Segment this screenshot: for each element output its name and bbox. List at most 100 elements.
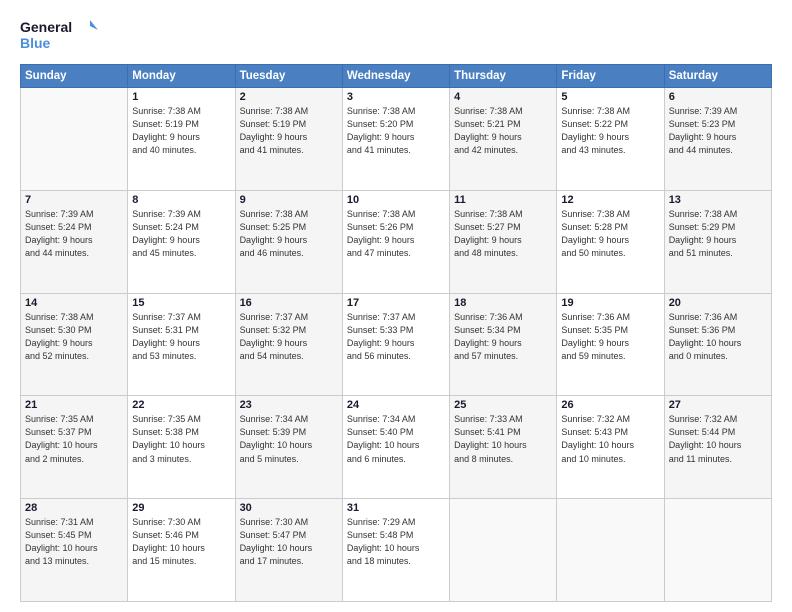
day-info: Sunrise: 7:31 AMSunset: 5:45 PMDaylight:… xyxy=(25,516,123,568)
day-cell: 21 Sunrise: 7:35 AMSunset: 5:37 PMDayligh… xyxy=(21,396,128,499)
day-info: Sunrise: 7:38 AMSunset: 5:21 PMDaylight:… xyxy=(454,105,552,157)
day-cell: 27 Sunrise: 7:32 AMSunset: 5:44 PMDayligh… xyxy=(664,396,771,499)
day-cell: 22 Sunrise: 7:35 AMSunset: 5:38 PMDayligh… xyxy=(128,396,235,499)
day-number: 24 xyxy=(347,399,445,411)
day-info: Sunrise: 7:32 AMSunset: 5:43 PMDaylight:… xyxy=(561,413,659,465)
day-number: 27 xyxy=(669,399,767,411)
day-number: 23 xyxy=(240,399,338,411)
day-info: Sunrise: 7:38 AMSunset: 5:19 PMDaylight:… xyxy=(240,105,338,157)
day-info: Sunrise: 7:29 AMSunset: 5:48 PMDaylight:… xyxy=(347,516,445,568)
day-number: 30 xyxy=(240,502,338,514)
col-header-tuesday: Tuesday xyxy=(235,65,342,88)
day-number: 28 xyxy=(25,502,123,514)
day-cell: 23Sunrise: 7:34 AMSunset: 5:39 PMDayligh… xyxy=(235,396,342,499)
day-cell xyxy=(557,499,664,602)
day-cell: 15 Sunrise: 7:37 AMSunset: 5:31 PMDayligh… xyxy=(128,293,235,396)
day-number: 18 xyxy=(454,297,552,309)
day-cell: 18 Sunrise: 7:36 AMSunset: 5:34 PMDayligh… xyxy=(450,293,557,396)
day-info: Sunrise: 7:38 AMSunset: 5:29 PMDaylight:… xyxy=(669,208,767,260)
day-cell xyxy=(450,499,557,602)
day-cell: 25Sunrise: 7:33 AMSunset: 5:41 PMDayligh… xyxy=(450,396,557,499)
logo: General Blue xyxy=(20,16,100,56)
day-cell: 28 Sunrise: 7:31 AMSunset: 5:45 PMDayligh… xyxy=(21,499,128,602)
col-header-sunday: Sunday xyxy=(21,65,128,88)
day-number: 8 xyxy=(132,194,230,206)
day-info: Sunrise: 7:32 AMSunset: 5:44 PMDaylight:… xyxy=(669,413,767,465)
day-number: 5 xyxy=(561,91,659,103)
day-info: Sunrise: 7:38 AMSunset: 5:27 PMDaylight:… xyxy=(454,208,552,260)
day-info: Sunrise: 7:38 AMSunset: 5:28 PMDaylight:… xyxy=(561,208,659,260)
logo-svg: General Blue xyxy=(20,16,100,56)
day-info: Sunrise: 7:38 AMSunset: 5:30 PMDaylight:… xyxy=(25,311,123,363)
day-number: 3 xyxy=(347,91,445,103)
day-number: 9 xyxy=(240,194,338,206)
day-cell: 29Sunrise: 7:30 AMSunset: 5:46 PMDayligh… xyxy=(128,499,235,602)
day-info: Sunrise: 7:37 AMSunset: 5:33 PMDaylight:… xyxy=(347,311,445,363)
week-row-2: 7 Sunrise: 7:39 AMSunset: 5:24 PMDaylight… xyxy=(21,190,772,293)
day-info: Sunrise: 7:35 AMSunset: 5:38 PMDaylight:… xyxy=(132,413,230,465)
day-info: Sunrise: 7:38 AMSunset: 5:25 PMDaylight:… xyxy=(240,208,338,260)
week-row-1: 1Sunrise: 7:38 AMSunset: 5:19 PMDaylight… xyxy=(21,88,772,191)
day-info: Sunrise: 7:30 AMSunset: 5:47 PMDaylight:… xyxy=(240,516,338,568)
day-number: 14 xyxy=(25,297,123,309)
day-cell: 31 Sunrise: 7:29 AMSunset: 5:48 PMDayligh… xyxy=(342,499,449,602)
day-info: Sunrise: 7:36 AMSunset: 5:35 PMDaylight:… xyxy=(561,311,659,363)
day-info: Sunrise: 7:36 AMSunset: 5:34 PMDaylight:… xyxy=(454,311,552,363)
day-info: Sunrise: 7:39 AMSunset: 5:24 PMDaylight:… xyxy=(132,208,230,260)
day-cell: 11 Sunrise: 7:38 AMSunset: 5:27 PMDayligh… xyxy=(450,190,557,293)
col-header-saturday: Saturday xyxy=(664,65,771,88)
calendar-page: General Blue SundayMondayTuesdayWednesda… xyxy=(0,0,792,612)
day-cell: 4 Sunrise: 7:38 AMSunset: 5:21 PMDaylight… xyxy=(450,88,557,191)
day-number: 4 xyxy=(454,91,552,103)
col-header-wednesday: Wednesday xyxy=(342,65,449,88)
week-row-5: 28 Sunrise: 7:31 AMSunset: 5:45 PMDayligh… xyxy=(21,499,772,602)
day-cell: 13 Sunrise: 7:38 AMSunset: 5:29 PMDayligh… xyxy=(664,190,771,293)
day-number: 12 xyxy=(561,194,659,206)
day-cell: 8 Sunrise: 7:39 AMSunset: 5:24 PMDaylight… xyxy=(128,190,235,293)
day-cell: 20Sunrise: 7:36 AMSunset: 5:36 PMDayligh… xyxy=(664,293,771,396)
day-cell xyxy=(664,499,771,602)
day-cell: 26 Sunrise: 7:32 AMSunset: 5:43 PMDayligh… xyxy=(557,396,664,499)
col-header-friday: Friday xyxy=(557,65,664,88)
day-info: Sunrise: 7:38 AMSunset: 5:19 PMDaylight:… xyxy=(132,105,230,157)
day-cell: 12 Sunrise: 7:38 AMSunset: 5:28 PMDayligh… xyxy=(557,190,664,293)
day-number: 11 xyxy=(454,194,552,206)
day-info: Sunrise: 7:33 AMSunset: 5:41 PMDaylight:… xyxy=(454,413,552,465)
day-number: 13 xyxy=(669,194,767,206)
day-number: 31 xyxy=(347,502,445,514)
day-number: 19 xyxy=(561,297,659,309)
day-cell: 7 Sunrise: 7:39 AMSunset: 5:24 PMDaylight… xyxy=(21,190,128,293)
day-info: Sunrise: 7:37 AMSunset: 5:31 PMDaylight:… xyxy=(132,311,230,363)
day-cell: 14 Sunrise: 7:38 AMSunset: 5:30 PMDayligh… xyxy=(21,293,128,396)
svg-text:Blue: Blue xyxy=(20,35,51,51)
day-info: Sunrise: 7:38 AMSunset: 5:26 PMDaylight:… xyxy=(347,208,445,260)
day-info: Sunrise: 7:38 AMSunset: 5:20 PMDaylight:… xyxy=(347,105,445,157)
day-number: 29 xyxy=(132,502,230,514)
day-cell: 6Sunrise: 7:39 AMSunset: 5:23 PMDaylight… xyxy=(664,88,771,191)
day-number: 7 xyxy=(25,194,123,206)
day-info: Sunrise: 7:39 AMSunset: 5:24 PMDaylight:… xyxy=(25,208,123,260)
day-cell: 10 Sunrise: 7:38 AMSunset: 5:26 PMDayligh… xyxy=(342,190,449,293)
calendar-table: SundayMondayTuesdayWednesdayThursdayFrid… xyxy=(20,64,772,602)
day-number: 22 xyxy=(132,399,230,411)
day-cell: 9 Sunrise: 7:38 AMSunset: 5:25 PMDaylight… xyxy=(235,190,342,293)
day-info: Sunrise: 7:35 AMSunset: 5:37 PMDaylight:… xyxy=(25,413,123,465)
day-info: Sunrise: 7:39 AMSunset: 5:23 PMDaylight:… xyxy=(669,105,767,157)
week-row-4: 21 Sunrise: 7:35 AMSunset: 5:37 PMDayligh… xyxy=(21,396,772,499)
col-header-monday: Monday xyxy=(128,65,235,88)
day-info: Sunrise: 7:34 AMSunset: 5:40 PMDaylight:… xyxy=(347,413,445,465)
day-number: 15 xyxy=(132,297,230,309)
day-cell: 5 Sunrise: 7:38 AMSunset: 5:22 PMDaylight… xyxy=(557,88,664,191)
svg-text:General: General xyxy=(20,19,72,35)
header: General Blue xyxy=(20,16,772,56)
day-cell: 30 Sunrise: 7:30 AMSunset: 5:47 PMDayligh… xyxy=(235,499,342,602)
day-number: 21 xyxy=(25,399,123,411)
day-number: 10 xyxy=(347,194,445,206)
day-number: 16 xyxy=(240,297,338,309)
day-number: 17 xyxy=(347,297,445,309)
day-cell xyxy=(21,88,128,191)
day-number: 26 xyxy=(561,399,659,411)
day-info: Sunrise: 7:38 AMSunset: 5:22 PMDaylight:… xyxy=(561,105,659,157)
day-cell: 3 Sunrise: 7:38 AMSunset: 5:20 PMDaylight… xyxy=(342,88,449,191)
day-info: Sunrise: 7:37 AMSunset: 5:32 PMDaylight:… xyxy=(240,311,338,363)
